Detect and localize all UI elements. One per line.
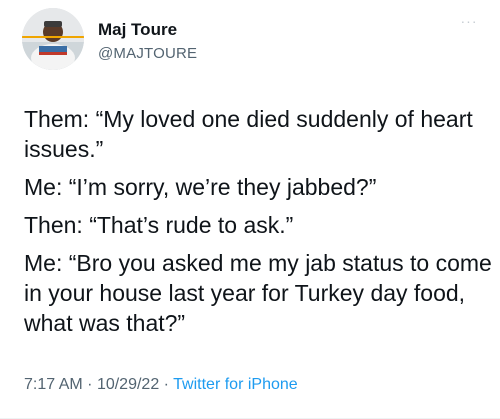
tweet-paragraph: Then: “That’s rude to ask.” bbox=[24, 212, 294, 238]
display-name[interactable]: Maj Toure bbox=[98, 20, 197, 40]
meta-separator: · bbox=[163, 376, 169, 393]
tweet-source-link[interactable]: Twitter for iPhone bbox=[173, 376, 298, 393]
more-horizontal-icon[interactable]: ··· bbox=[458, 14, 480, 28]
tweet-header: Maj Toure @MAJTOURE ··· bbox=[22, 8, 482, 72]
tweet-meta: 7:17 AM · 10/29/22 · Twitter for iPhone bbox=[24, 375, 298, 395]
tweet-text: Them: “My loved one died suddenly of hea… bbox=[24, 104, 494, 346]
avatar-image bbox=[22, 8, 84, 70]
meta-separator: · bbox=[87, 376, 93, 393]
tweet-paragraph: Me: “Bro you asked me my jab status to c… bbox=[24, 250, 492, 336]
avatar[interactable] bbox=[22, 8, 84, 70]
tweet-time[interactable]: 7:17 AM bbox=[24, 376, 83, 393]
tweet: Maj Toure @MAJTOURE ··· Them: “My loved … bbox=[0, 0, 500, 419]
tweet-paragraph: Me: “I’m sorry, we’re they jabbed?” bbox=[24, 174, 377, 200]
tweet-paragraph: Them: “My loved one died suddenly of hea… bbox=[24, 106, 473, 162]
author-block: Maj Toure @MAJTOURE bbox=[98, 20, 197, 64]
tweet-date[interactable]: 10/29/22 bbox=[97, 376, 159, 393]
user-handle[interactable]: @MAJTOURE bbox=[98, 44, 197, 64]
